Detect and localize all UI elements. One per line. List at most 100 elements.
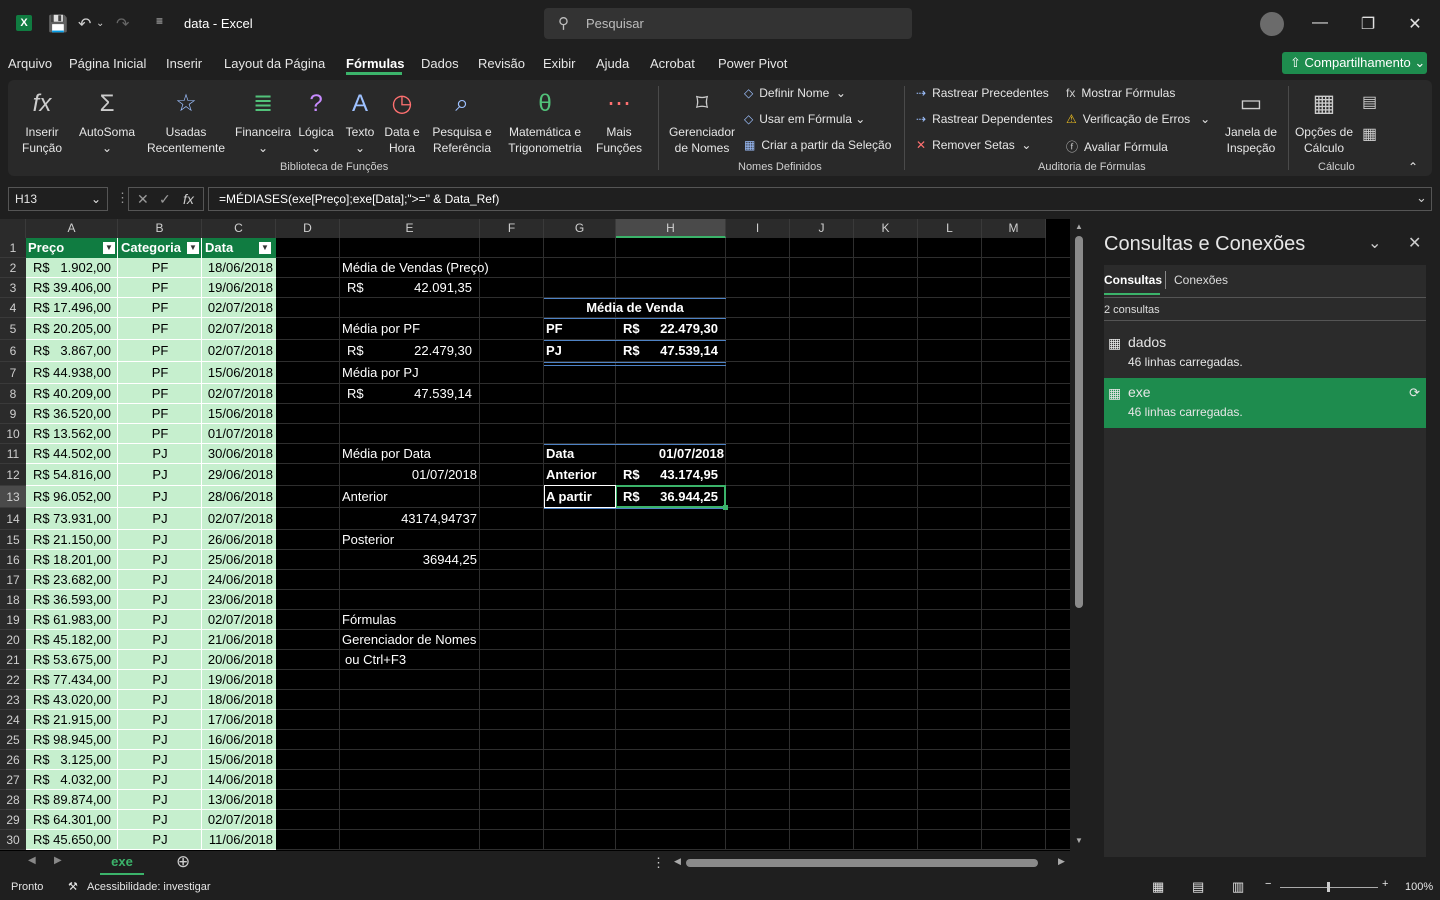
insert-function-button[interactable]: fx Inserir Função xyxy=(18,84,66,156)
fill-handle[interactable] xyxy=(723,505,728,510)
tab-consultas[interactable]: Consultas xyxy=(1104,273,1162,287)
row-header-13[interactable]: 13 xyxy=(0,486,26,508)
datetime-button[interactable]: ◷ Data e Hora xyxy=(380,84,424,156)
horizontal-scroll-thumb[interactable] xyxy=(686,859,1038,867)
scroll-right-icon[interactable]: ▶ xyxy=(1058,856,1065,867)
column-header-k[interactable]: K xyxy=(854,219,918,238)
add-sheet-icon[interactable]: ⊕ xyxy=(176,852,190,872)
redo-icon[interactable]: ↷ xyxy=(116,14,129,34)
column-header-i[interactable]: I xyxy=(726,219,790,238)
calc-options-button[interactable]: ▦ Opções de Cálculo xyxy=(1292,84,1356,156)
page-layout-icon[interactable]: ▤ xyxy=(1192,879,1204,895)
column-header-j[interactable]: J xyxy=(790,219,854,238)
text-button[interactable]: A Texto ⌄ xyxy=(340,84,380,156)
row-header-27[interactable]: 27 xyxy=(0,770,26,790)
tab-power-pivot[interactable]: Power Pivot xyxy=(718,56,787,71)
column-header-b[interactable]: B xyxy=(118,219,202,238)
row-header-7[interactable]: 7 xyxy=(0,362,26,384)
trace-dependents-button[interactable]: ⇢ Rastrear Dependentes xyxy=(916,112,1053,126)
filter-dropdown-icon[interactable]: ▼ xyxy=(103,242,115,254)
cancel-icon[interactable]: ✕ xyxy=(137,188,149,210)
column-header-e[interactable]: E xyxy=(340,219,480,238)
search-input[interactable]: ⚲ Pesquisar xyxy=(544,8,912,39)
fx-insert-icon[interactable]: fx xyxy=(183,188,194,210)
next-sheet-icon[interactable]: ▶ xyxy=(54,855,62,866)
column-header-l[interactable]: L xyxy=(918,219,982,238)
collapse-ribbon-icon[interactable]: ⌃ xyxy=(1408,160,1418,174)
column-header-f[interactable]: F xyxy=(480,219,544,238)
tab-dados[interactable]: Dados xyxy=(421,56,459,71)
row-header-15[interactable]: 15 xyxy=(0,530,26,550)
row-header-30[interactable]: 30 xyxy=(0,830,26,850)
spreadsheet-grid[interactable]: A B C D E F G H I J K L M 1 2 3 4 5 6 7 8 9 10 11 12 13 14 15 16 17 18… xyxy=(0,219,1070,851)
error-checking-button[interactable]: ⚠ Verificação de Erros ⌄ xyxy=(1066,112,1210,126)
show-formulas-button[interactable]: fx Mostrar Fórmulas xyxy=(1066,86,1175,100)
normal-view-icon[interactable]: ▦ xyxy=(1152,879,1164,895)
tab-arquivo[interactable]: Arquivo xyxy=(8,56,52,71)
zoom-out-icon[interactable]: − xyxy=(1265,878,1271,890)
scroll-up-icon[interactable]: ▲ xyxy=(1075,222,1083,231)
tab-ajuda[interactable]: Ajuda xyxy=(596,56,629,71)
row-header-9[interactable]: 9 xyxy=(0,404,26,424)
name-box[interactable]: H13 ⌄ xyxy=(8,187,108,211)
zoom-in-icon[interactable]: + xyxy=(1382,878,1388,890)
filter-dropdown-icon[interactable]: ▼ xyxy=(187,242,199,254)
undo-dropdown-icon[interactable]: ⌄ xyxy=(96,18,104,29)
customize-toolbar-icon[interactable]: ≡ xyxy=(156,14,163,28)
restore-icon[interactable]: ❐ xyxy=(1358,14,1378,34)
row-header-26[interactable]: 26 xyxy=(0,750,26,770)
tab-formulas[interactable]: Fórmulas xyxy=(346,56,405,71)
row-header-29[interactable]: 29 xyxy=(0,810,26,830)
more-functions-button[interactable]: ⋯ Mais Funções xyxy=(594,84,644,156)
recent-button[interactable]: ☆ Usadas Recentemente xyxy=(140,84,232,156)
row-header-8[interactable]: 8 xyxy=(0,384,26,404)
row-header-19[interactable]: 19 xyxy=(0,610,26,630)
row-header-12[interactable]: 12 xyxy=(0,464,26,486)
tab-layout[interactable]: Layout da Página xyxy=(224,56,325,71)
zoom-slider-thumb[interactable] xyxy=(1327,882,1330,892)
tab-conexoes[interactable]: Conexões xyxy=(1174,273,1228,287)
use-in-formula-button[interactable]: ◇ Usar em Fórmula ⌄ xyxy=(744,112,865,126)
row-header-2[interactable]: 2 xyxy=(0,258,26,278)
define-name-button[interactable]: ◇ Definir Nome ⌄ xyxy=(744,86,846,100)
financial-button[interactable]: ≣ Financeira ⌄ xyxy=(234,84,292,156)
query-item-exe[interactable]: ▦ exe 46 linhas carregadas. ⟳ xyxy=(1104,378,1426,428)
create-from-selection-button[interactable]: ▦ Criar a partir da Seleção xyxy=(744,138,891,152)
sheet-tab-exe[interactable]: exe xyxy=(100,851,144,875)
column-header-a[interactable]: A xyxy=(26,219,118,238)
row-header-16[interactable]: 16 xyxy=(0,550,26,570)
row-header-14[interactable]: 14 xyxy=(0,508,26,530)
column-header-m[interactable]: M xyxy=(982,219,1046,238)
evaluate-formula-button[interactable]: ⓕ Avaliar Fórmula xyxy=(1066,138,1168,155)
scroll-left-icon[interactable]: ◀ xyxy=(674,856,681,867)
tab-split-handle-icon[interactable]: ⋮ xyxy=(652,855,665,871)
row-header-18[interactable]: 18 xyxy=(0,590,26,610)
row-header-11[interactable]: 11 xyxy=(0,444,26,464)
autosum-button[interactable]: Σ AutoSoma ⌄ xyxy=(74,84,140,156)
scroll-down-icon[interactable]: ▼ xyxy=(1075,836,1083,845)
undo-icon[interactable]: ↶ xyxy=(78,14,91,34)
save-icon[interactable]: 💾 xyxy=(48,14,68,34)
lookup-button[interactable]: ⌕ Pesquisa e Referência xyxy=(428,84,496,156)
select-all-corner[interactable] xyxy=(0,219,26,238)
accessibility-status[interactable]: Acessibilidade: investigar xyxy=(87,881,211,893)
trace-precedents-button[interactable]: ⇢ Rastrear Precedentes xyxy=(916,86,1049,100)
column-header-h[interactable]: H xyxy=(616,219,726,238)
remove-arrows-button[interactable]: ✕ Remover Setas ⌄ xyxy=(916,138,1032,152)
expand-formula-icon[interactable]: ⌄ xyxy=(1416,190,1427,206)
row-header-24[interactable]: 24 xyxy=(0,710,26,730)
zoom-level[interactable]: 100% xyxy=(1405,881,1433,893)
calc-now-icon[interactable]: ▤ xyxy=(1362,92,1377,112)
tab-acrobat[interactable]: Acrobat xyxy=(650,56,695,71)
share-button[interactable]: ⇧ Compartilhamento ⌄ xyxy=(1282,52,1427,74)
row-header-1[interactable]: 1 xyxy=(0,238,26,258)
close-pane-icon[interactable]: ✕ xyxy=(1408,233,1421,253)
row-header-28[interactable]: 28 xyxy=(0,790,26,810)
row-header-17[interactable]: 17 xyxy=(0,570,26,590)
row-header-23[interactable]: 23 xyxy=(0,690,26,710)
row-header-3[interactable]: 3 xyxy=(0,278,26,298)
minimize-icon[interactable]: — xyxy=(1310,14,1330,32)
formula-input[interactable]: =MÉDIASES(exe[Preço];exe[Data];">=" & Da… xyxy=(208,187,1432,211)
name-manager-button[interactable]: ⌑ Gerenciador de Nomes xyxy=(664,84,740,156)
tab-inserir[interactable]: Inserir xyxy=(166,56,202,71)
